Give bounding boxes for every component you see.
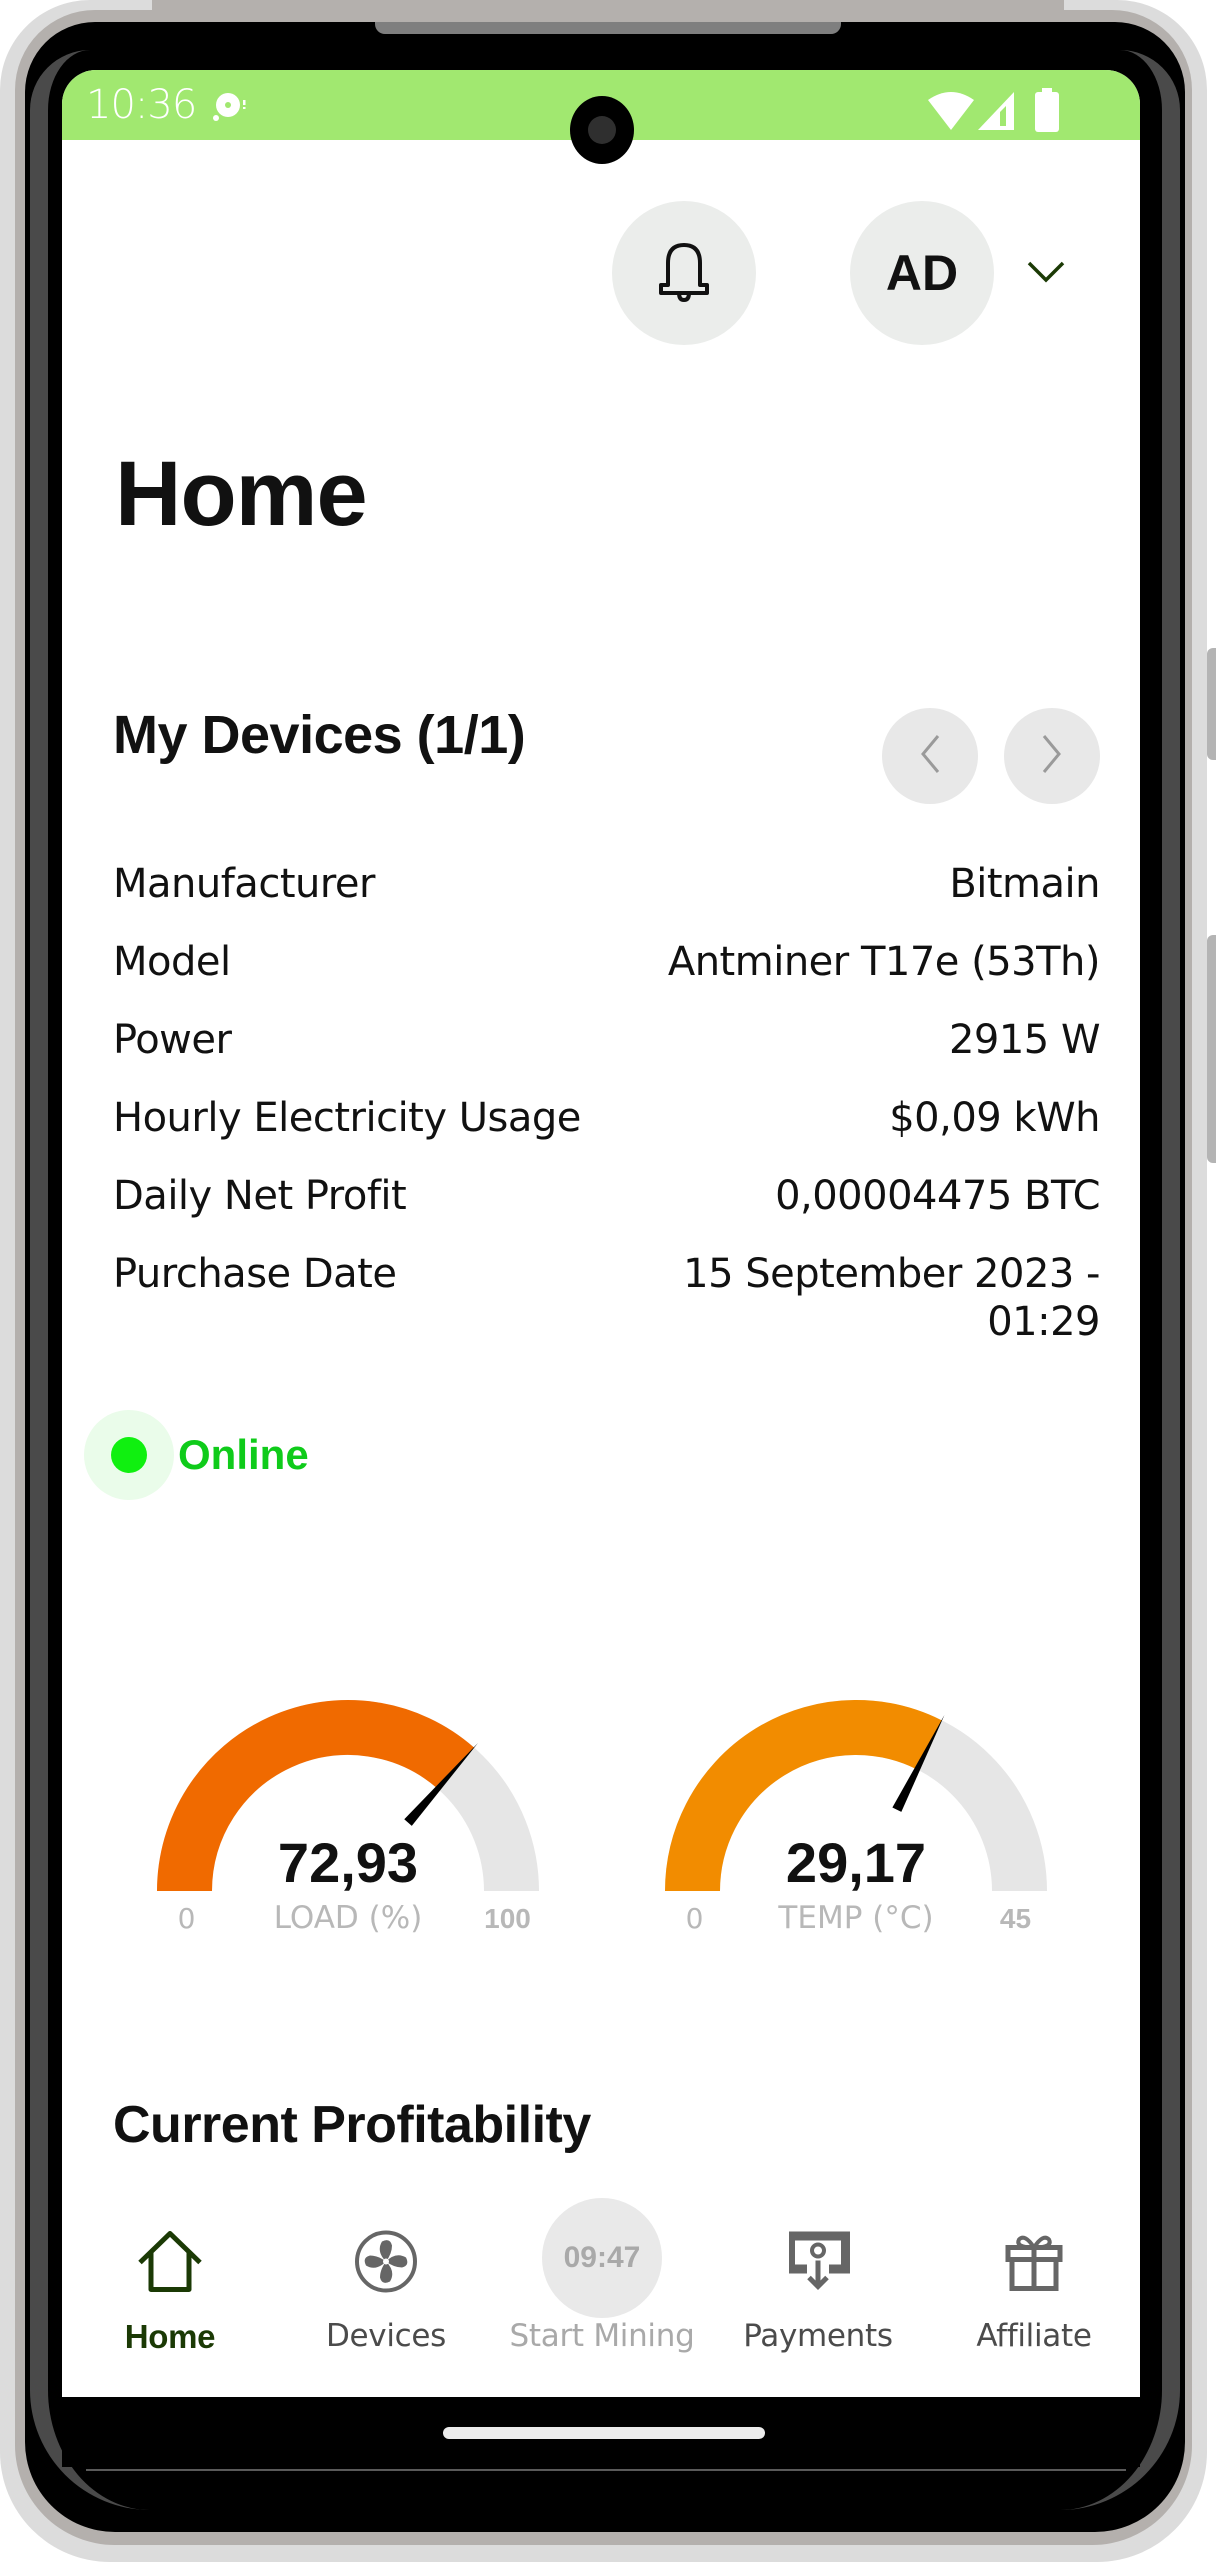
nav-label: Devices xyxy=(325,2318,447,2354)
devices-section-title: My Devices (1/1) xyxy=(113,705,526,765)
detail-value: 0,00004475 BTC xyxy=(775,1173,1100,1219)
nav-item-devices[interactable]: Devices xyxy=(278,2190,494,2397)
gauge-max-label: 100 xyxy=(484,1903,531,1934)
detail-value: Antminer T17e (53Th) xyxy=(667,939,1101,985)
nav-label: Payments xyxy=(743,2318,893,2354)
sync-disc-icon xyxy=(212,90,248,129)
status-label: Online xyxy=(178,1431,309,1478)
chevron-left-icon xyxy=(918,734,942,779)
nav-item-payments[interactable]: Payments xyxy=(710,2190,926,2397)
gauge-svg: 72,93 LOAD (%) 0 100 xyxy=(157,1700,539,1936)
gift-icon xyxy=(1005,2232,1063,2297)
device-details: Manufacturer Bitmain Model Antminer T17e… xyxy=(113,860,1101,1376)
gauge-svg: 29,17 TEMP (°C) 0 45 xyxy=(665,1700,1047,1936)
avatar-button[interactable]: AD xyxy=(850,201,994,345)
chevron-down-icon[interactable] xyxy=(1026,260,1066,291)
detail-row-electricity: Hourly Electricity Usage $0,09 kWh xyxy=(113,1094,1100,1142)
detail-label: Power xyxy=(113,1017,232,1063)
load-gauge: 72,93 LOAD (%) 0 100 xyxy=(130,1660,570,1950)
avatar-initials: AD xyxy=(885,245,959,301)
wifi-icon xyxy=(928,92,974,137)
profitability-section-title: Current Profitability xyxy=(113,2096,591,2154)
front-camera xyxy=(570,96,634,164)
previous-device-button[interactable] xyxy=(882,708,978,804)
gauge-label: TEMP (°C) xyxy=(777,1900,933,1936)
fan-icon xyxy=(354,2230,418,2299)
next-device-button[interactable] xyxy=(1004,708,1100,804)
status-indicator xyxy=(84,1410,174,1500)
nav-label: Home xyxy=(124,2318,216,2355)
device-status: Online xyxy=(84,1410,309,1500)
detail-row-daily-profit: Daily Net Profit 0,00004475 BTC xyxy=(113,1172,1100,1220)
chevron-right-icon xyxy=(1040,734,1064,779)
detail-row-model: Model Antminer T17e (53Th) xyxy=(113,938,1101,986)
phone-chin-line xyxy=(86,2469,1126,2471)
app-screen: 10:36 AD Home My Devices (1/1) Manufactu… xyxy=(62,70,1140,2397)
gauge-max-label: 45 xyxy=(1000,1903,1031,1934)
power-button xyxy=(1207,935,1216,1163)
nav-label: Start Mining xyxy=(509,2318,695,2354)
detail-value: 2915 W xyxy=(948,1017,1101,1063)
home-gesture-handle[interactable] xyxy=(443,2427,765,2439)
detail-row-purchase-date: Purchase Date 15 September 2023 - 01:29 xyxy=(113,1250,1101,1346)
nav-label: Affiliate xyxy=(976,2318,1092,2354)
detail-label: Model xyxy=(113,939,231,985)
notifications-button[interactable] xyxy=(612,201,756,345)
temp-gauge: 29,17 TEMP (°C) 0 45 xyxy=(638,1660,1078,1950)
gauge-min-label: 0 xyxy=(178,1902,196,1935)
detail-row-manufacturer: Manufacturer Bitmain xyxy=(113,860,1100,908)
status-time: 10:36 xyxy=(86,82,197,128)
detail-label: Hourly Electricity Usage xyxy=(113,1095,581,1141)
gauge-value: 29,17 xyxy=(786,1831,926,1894)
gauge-min-label: 0 xyxy=(686,1902,704,1935)
gauge-label: LOAD (%) xyxy=(274,1900,423,1936)
nav-item-home[interactable]: Home xyxy=(62,2190,278,2397)
money-withdraw-icon xyxy=(785,2231,851,2298)
page-title: Home xyxy=(115,443,368,545)
detail-value: Bitmain xyxy=(949,861,1100,907)
detail-label: Purchase Date xyxy=(113,1251,397,1297)
cellular-signal-icon xyxy=(978,92,1016,137)
nav-item-affiliate[interactable]: Affiliate xyxy=(926,2190,1140,2397)
detail-row-power: Power 2915 W xyxy=(113,1016,1101,1064)
home-icon xyxy=(137,2231,203,2298)
detail-label: Manufacturer xyxy=(113,861,375,907)
speaker-grille xyxy=(375,22,841,34)
nav-item-start-mining[interactable]: 09:47 Start Mining xyxy=(494,2190,710,2397)
mining-timer: 09:47 xyxy=(542,2198,662,2318)
status-dot xyxy=(111,1437,147,1473)
bell-icon xyxy=(654,239,714,308)
battery-icon xyxy=(1035,88,1059,137)
detail-label: Daily Net Profit xyxy=(113,1173,407,1219)
gauge-value: 72,93 xyxy=(278,1831,418,1894)
detail-value: $0,09 kWh xyxy=(889,1095,1100,1141)
bottom-navigation: Home Devices 09:47 Start Mining Payments… xyxy=(62,2190,1140,2397)
volume-button xyxy=(1207,648,1216,760)
detail-value: 15 September 2023 - 01:29 xyxy=(683,1251,1100,1345)
